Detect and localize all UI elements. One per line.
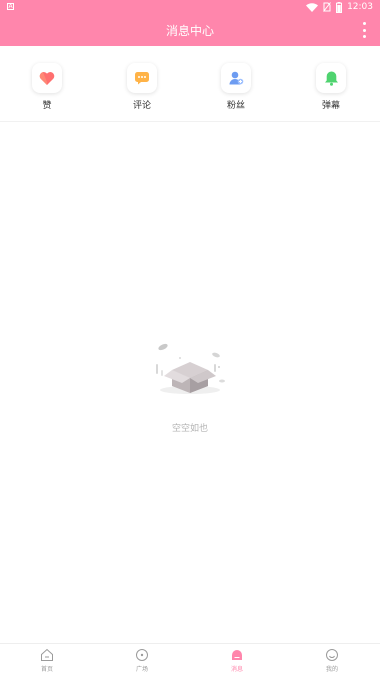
- no-sim-icon: [323, 2, 331, 12]
- status-bar: A 12:03: [0, 0, 380, 14]
- fans-icon: [221, 63, 251, 93]
- home-icon: [41, 648, 53, 661]
- tab-label: 广场: [135, 666, 148, 673]
- status-time: 12:03: [347, 2, 373, 12]
- quick-action-label: 弹幕: [321, 101, 340, 111]
- tab-message[interactable]: 消息: [217, 648, 257, 674]
- app-bar: 消息中心: [0, 14, 380, 46]
- message-list-area[interactable]: 空空如也: [0, 121, 380, 643]
- app-notification-icon: A: [7, 3, 14, 10]
- quick-action-label: 赞: [42, 101, 52, 111]
- tab-profile[interactable]: 我的: [312, 648, 352, 674]
- battery-icon: [336, 1, 343, 13]
- quick-action-danmaku[interactable]: 弹幕: [308, 63, 354, 113]
- quick-action-label: 粉丝: [226, 101, 245, 111]
- plaza-icon: [136, 649, 148, 661]
- wifi-icon: [306, 2, 319, 12]
- quick-action-like[interactable]: 赞: [24, 63, 70, 113]
- message-icon: [232, 650, 242, 660]
- more-dot-icon: [362, 22, 366, 25]
- more-dot-icon: [362, 35, 366, 38]
- more-dot-icon: [362, 28, 366, 32]
- quick-action-comment[interactable]: 评论: [119, 63, 165, 113]
- quick-action-fans[interactable]: 粉丝: [213, 63, 259, 113]
- bell-icon: [316, 63, 346, 93]
- heart-icon: [32, 63, 62, 93]
- bottom-nav: 首页 广场 消息 我的: [0, 643, 380, 675]
- tab-label: 我的: [325, 666, 338, 673]
- tab-plaza[interactable]: 广场: [122, 648, 162, 674]
- tab-label: 消息: [230, 666, 243, 673]
- quick-action-label: 评论: [132, 101, 151, 111]
- more-options-button[interactable]: [360, 20, 368, 40]
- empty-box-icon: [150, 340, 230, 396]
- comment-icon: [127, 63, 157, 93]
- page-title: 消息中心: [165, 24, 214, 38]
- profile-icon: [326, 649, 338, 661]
- tab-home[interactable]: 首页: [27, 648, 67, 674]
- quick-actions: 赞 评论 粉丝 弹幕: [0, 46, 380, 121]
- status-icons: 12:03: [306, 1, 373, 13]
- empty-state-text: 空空如也: [171, 424, 208, 434]
- tab-label: 首页: [40, 666, 53, 673]
